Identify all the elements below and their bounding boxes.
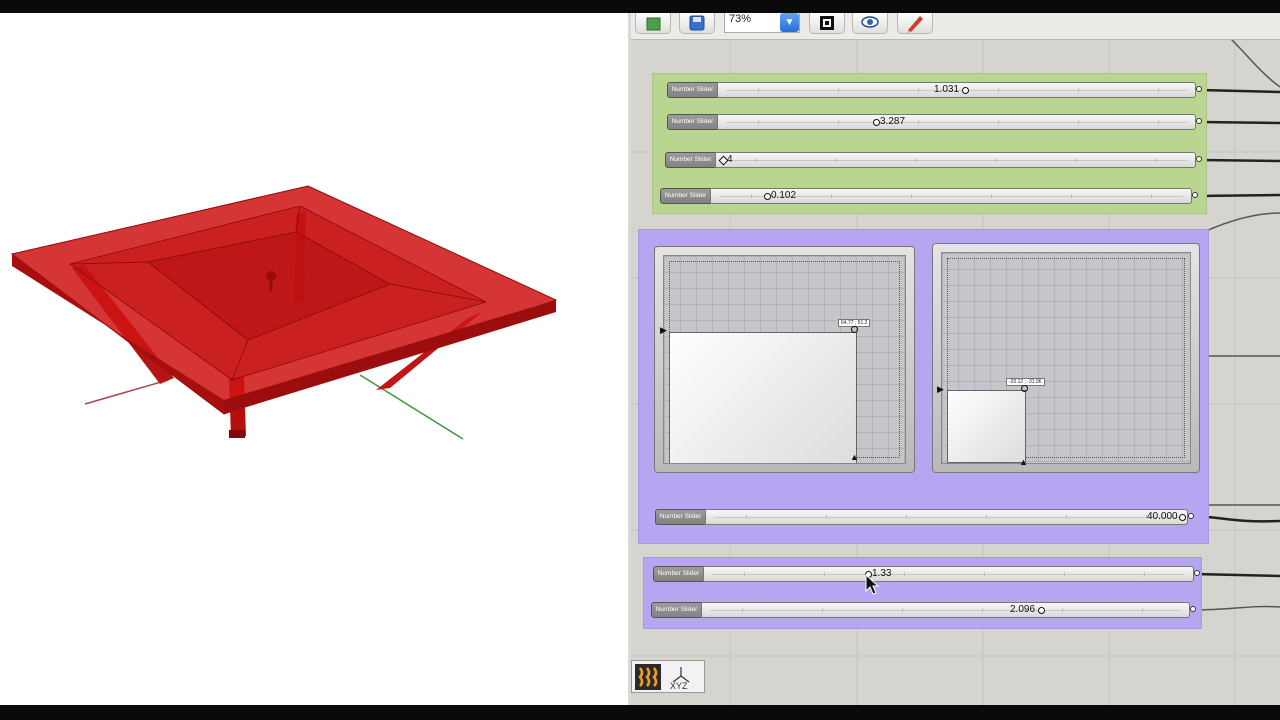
preview-eye-icon [861,16,879,28]
zoom-dropdown[interactable]: 73% ▼ [724,13,800,33]
slider-knob[interactable] [1038,607,1045,614]
slider-track[interactable]: 0.102 [710,188,1192,204]
graph-mapper-2[interactable]: -20.12 ; -31.96 ▶ ▲ [932,243,1200,473]
graph-handle[interactable] [1021,385,1028,392]
slider-track[interactable]: 3.287 [717,114,1196,130]
slider-knob[interactable] [764,193,771,200]
bottom-bar [0,705,1280,720]
preview-button[interactable] [852,13,888,34]
save-icon [689,15,705,31]
number-slider-5[interactable]: Number Slider 40.000 [655,509,1194,525]
slider-knob[interactable] [1179,514,1186,521]
sketch-pen-icon [907,16,923,33]
save-button[interactable] [679,13,715,34]
y-axis-line [359,374,464,440]
number-slider-6[interactable]: Number Slider 1.33 [653,566,1200,582]
slider-label: Number Slider [651,602,702,618]
slider-label: Number Slider [667,114,718,130]
slider-value: 2.096 [1010,604,1036,615]
slider-label: Number Slider [660,188,711,204]
open-file-button[interactable] [635,13,671,34]
svg-text:XYZ: XYZ [670,681,688,690]
number-slider-3[interactable]: Number Slider 4 [665,152,1202,168]
sketch-button[interactable] [897,13,933,34]
zoom-extents-icon [820,16,834,30]
bake-icon[interactable] [635,664,661,690]
canvas-widget-bar: XYZ [631,660,705,693]
output-grip[interactable] [1196,118,1202,124]
slider-track[interactable]: 1.031 [717,82,1196,98]
slider-knob[interactable] [873,119,880,126]
slider-value: 40.000 [1147,511,1178,522]
output-grip[interactable] [1196,86,1202,92]
number-slider-2[interactable]: Number Slider 3.287 [667,114,1202,130]
output-grip[interactable] [1188,513,1194,519]
slider-track[interactable]: 4 [715,152,1196,168]
top-title-bar [0,0,1280,13]
input-arrow-icon: ▶ [660,325,667,335]
graph-area[interactable]: 64.77 ; 51.2 [663,255,906,464]
number-slider-4[interactable]: Number Slider 0.102 [660,188,1198,204]
xyz-axis-icon[interactable]: XYZ [667,664,695,690]
open-file-icon [646,17,661,31]
output-grip[interactable] [1192,192,1198,198]
slider-label: Number Slider [653,566,704,582]
rhino-viewport[interactable] [0,13,628,705]
anchor-arrow-icon[interactable]: ▲ [1019,457,1028,467]
anchor-arrow-icon[interactable]: ▲ [850,452,859,462]
leg-foot [229,430,245,438]
slider-label: Number Slider [665,152,716,168]
grasshopper-canvas[interactable]: 73% ▼ Number Slider 1.031 Number Slider … [631,13,1280,705]
slider-track[interactable]: 2.096 [701,602,1190,618]
canvas-toolbar: 73% ▼ [631,13,1280,40]
slider-value: 0.102 [771,190,797,201]
zoom-value: 73% [729,13,752,25]
graph-bounds-rect [669,332,857,463]
input-arrow-icon: ▶ [937,384,944,394]
output-grip[interactable] [1196,156,1202,162]
graph-area[interactable]: -20.12 ; -31.96 [941,252,1191,464]
graph-mapper-1[interactable]: 64.77 ; 51.2 ▶ ▲ [654,246,915,473]
chevron-down-icon[interactable]: ▼ [780,13,799,32]
zoom-extents-button[interactable] [809,13,845,34]
mouse-cursor-icon [865,574,879,595]
slider-label: Number Slider [667,82,718,98]
slider-value: 1.031 [934,84,960,95]
slider-track[interactable]: 1.33 [703,566,1194,582]
graph-bounds-rect [947,390,1026,463]
slider-value: 3.287 [880,116,906,127]
output-grip[interactable] [1190,606,1196,612]
slider-label: Number Slider [655,509,706,525]
slider-track[interactable]: 40.000 [705,509,1188,525]
slider-value: 4 [727,154,733,165]
number-slider-7[interactable]: Number Slider 2.096 [651,602,1196,618]
slider-knob[interactable] [962,87,969,94]
graph-handle[interactable] [851,326,858,333]
output-grip[interactable] [1194,570,1200,576]
3d-roof-model [10,185,558,440]
x-axis-line [84,379,169,405]
number-slider-1[interactable]: Number Slider 1.031 [667,82,1202,98]
